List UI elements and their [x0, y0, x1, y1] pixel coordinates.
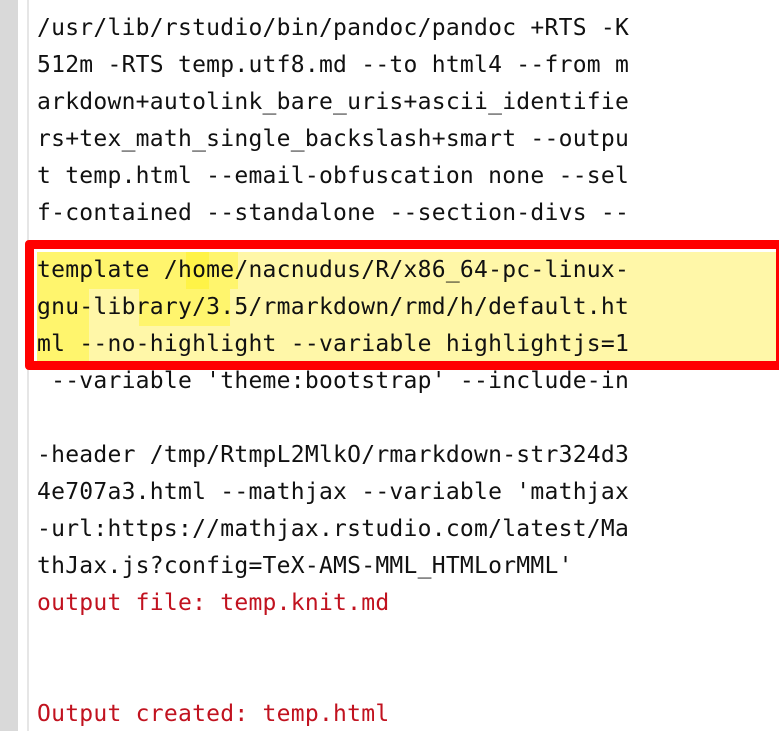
console-line: 4e707a3.html --mathjax --variable 'mathj… — [37, 479, 630, 505]
console-line: t temp.html --email-obfuscation none --s… — [37, 163, 630, 189]
console-line: 512m -RTS temp.utf8.md --to html4 --from… — [37, 52, 630, 78]
output-file-message: output file: temp.knit.md — [37, 590, 390, 616]
console-line: /usr/lib/rstudio/bin/pandoc/pandoc +RTS … — [37, 15, 630, 41]
console-line: -url:https://mathjax.rstudio.com/latest/… — [37, 516, 630, 542]
console-line: thJax.js?config=TeX-AMS-MML_HTMLorMML' — [37, 553, 573, 579]
console-line: arkdown+autolink_bare_uris+ascii_identif… — [37, 89, 630, 115]
annotation-box — [25, 240, 779, 370]
output-created-message: Output created: temp.html — [37, 701, 390, 727]
console-window: /usr/lib/rstudio/bin/pandoc/pandoc +RTS … — [0, 0, 779, 731]
console-line: rs+tex_math_single_backslash+smart --out… — [37, 126, 630, 152]
console-left-gutter — [0, 0, 18, 731]
console-line: -header /tmp/RtmpL2MlkO/rmarkdown-str324… — [37, 442, 630, 468]
console-line: f-contained --standalone --section-divs … — [37, 200, 630, 226]
